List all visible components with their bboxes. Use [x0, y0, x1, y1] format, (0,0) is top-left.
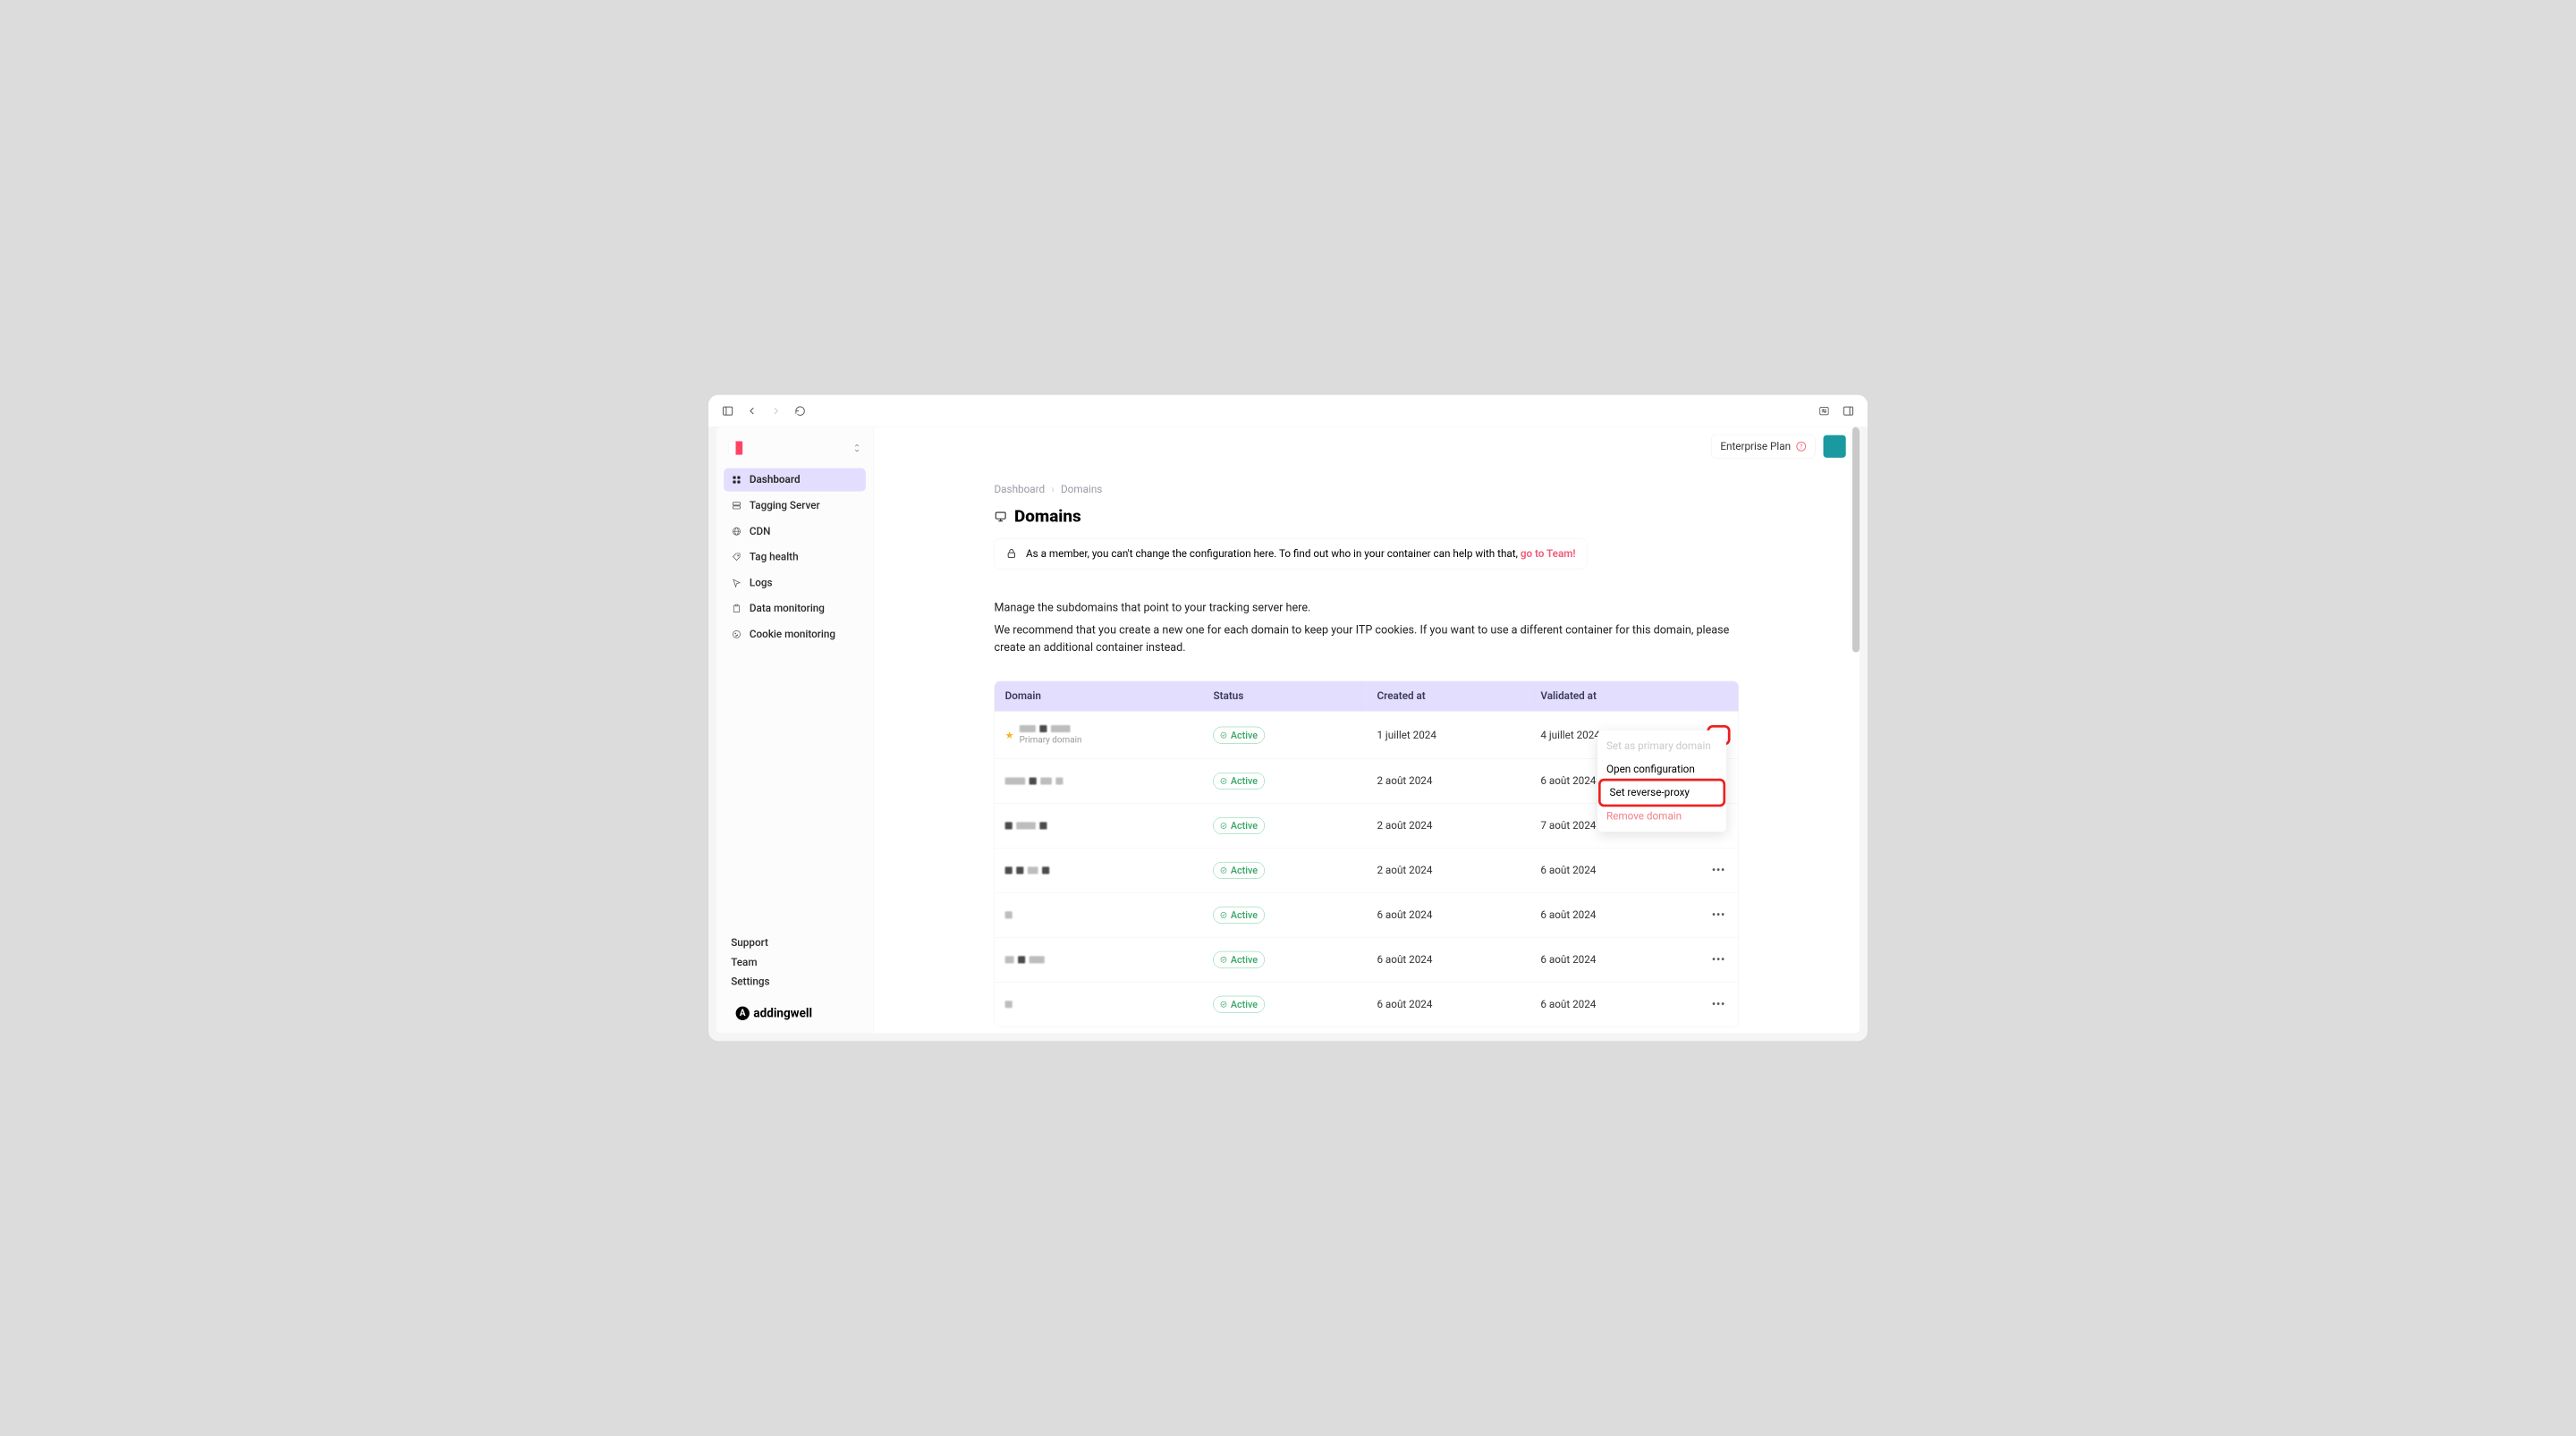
brand-logo: A addingwell — [731, 1006, 859, 1020]
row-actions-button[interactable]: ••• — [1709, 997, 1728, 1012]
cell-validated: 6 août 2024 — [1530, 893, 1694, 938]
breadcrumb-root[interactable]: Dashboard — [995, 484, 1046, 496]
cell-created: 2 août 2024 — [1367, 849, 1530, 893]
sidebar-item-logs[interactable]: Logs — [724, 571, 866, 595]
workspace-logo — [729, 441, 743, 455]
table-row: Active 6 août 20246 août 2024 ••• — [995, 983, 1739, 1027]
plan-label: Enterprise Plan — [1720, 441, 1791, 453]
table-row: Active 2 août 20246 août 2024 ••• — [995, 849, 1739, 893]
th-validated: Validated at — [1530, 681, 1694, 712]
sidebar-link-settings[interactable]: Settings — [731, 976, 859, 988]
nav-label: Logs — [750, 577, 773, 589]
breadcrumb-current: Domains — [1061, 484, 1102, 496]
menu-open-configuration[interactable]: Open configuration — [1597, 758, 1726, 781]
sidebar-item-cdn[interactable]: CDN — [724, 519, 866, 543]
cell-created: 1 juillet 2024 — [1367, 712, 1530, 759]
cell-created: 6 août 2024 — [1367, 938, 1530, 983]
th-domain: Domain — [995, 681, 1203, 712]
lock-icon — [1006, 548, 1018, 560]
sidebar-item-tagging-server[interactable]: Tagging Server — [724, 494, 866, 517]
row-actions-button[interactable]: ••• — [1709, 863, 1728, 878]
cell-created: 6 août 2024 — [1367, 893, 1530, 938]
chevron-updown-icon — [853, 443, 861, 453]
cell-validated: 6 août 2024 — [1530, 849, 1694, 893]
cell-validated: 6 août 2024 — [1530, 938, 1694, 983]
th-created: Created at — [1367, 681, 1530, 712]
cell-validated: 6 août 2024 — [1530, 983, 1694, 1027]
tag-icon — [731, 552, 742, 563]
scrollbar[interactable] — [1852, 427, 1860, 653]
menu-remove-domain: Remove domain — [1597, 805, 1726, 828]
nav-label: Tag health — [750, 551, 799, 563]
nav-label: CDN — [750, 525, 771, 537]
row-action-menu: Set as primary domain Open configuration… — [1597, 731, 1726, 832]
banner-text: As a member, you can't change the config… — [1026, 548, 1576, 561]
table-row: Active 6 août 20246 août 2024 ••• — [995, 938, 1739, 983]
desc-line-2: We recommend that you create a new one f… — [995, 621, 1740, 656]
sidebar: Dashboard Tagging Server CDN Tag health … — [716, 427, 874, 1034]
sidebar-link-support[interactable]: Support — [731, 937, 859, 950]
nav-label: Dashboard — [750, 474, 801, 486]
plan-badge[interactable]: Enterprise Plan ? — [1711, 435, 1815, 459]
th-status: Status — [1203, 681, 1367, 712]
desc-line-1: Manage the subdomains that point to your… — [995, 599, 1740, 617]
sidebar-item-data-monitoring[interactable]: Data monitoring — [724, 597, 866, 621]
status-badge: Active — [1213, 727, 1264, 744]
menu-set-reverse-proxy[interactable]: Set reverse-proxy — [1601, 781, 1724, 805]
cursor-icon — [731, 578, 742, 589]
menu-set-primary: Set as primary domain — [1597, 735, 1726, 758]
nav-label: Cookie monitoring — [750, 629, 835, 641]
sidebar-link-team[interactable]: Team — [731, 956, 859, 968]
row-actions-button[interactable]: ••• — [1709, 908, 1728, 923]
server-icon — [731, 500, 742, 511]
table-row: Active 6 août 20246 août 2024 ••• — [995, 893, 1739, 938]
reload-icon[interactable] — [792, 402, 809, 418]
page-title: Domains — [1014, 507, 1081, 527]
forward-icon — [768, 402, 784, 418]
panel-toggle-right-icon[interactable] — [1840, 402, 1856, 418]
primary-domain-label: Primary domain — [1020, 735, 1082, 745]
cell-created: 2 août 2024 — [1367, 804, 1530, 849]
back-icon[interactable] — [744, 402, 760, 418]
star-icon: ★ — [1005, 730, 1014, 741]
status-badge: Active — [1213, 907, 1264, 924]
sidebar-item-dashboard[interactable]: Dashboard — [724, 469, 866, 492]
sidebar-item-tag-health[interactable]: Tag health — [724, 545, 866, 569]
status-badge: Active — [1213, 996, 1264, 1013]
status-badge: Active — [1213, 817, 1264, 834]
nav-label: Tagging Server — [750, 500, 820, 512]
nav-label: Data monitoring — [750, 603, 825, 615]
cookie-icon — [731, 629, 742, 640]
domains-table: Domain Status Created at Validated at ★ P… — [995, 681, 1740, 1027]
status-badge: Active — [1213, 862, 1264, 879]
chevron-right-icon: › — [1051, 484, 1055, 496]
workspace-switcher[interactable] — [724, 436, 866, 459]
breadcrumb: Dashboard › Domains — [995, 484, 1740, 496]
globe-icon — [731, 526, 742, 537]
status-badge: Active — [1213, 951, 1264, 968]
sidebar-item-cookie-monitoring[interactable]: Cookie monitoring — [724, 622, 866, 646]
browser-toolbar — [708, 395, 1868, 427]
main: Enterprise Plan ? Dashboard › Domains Do… — [874, 427, 1860, 1034]
panel-toggle-left-icon[interactable] — [720, 402, 736, 418]
clipboard-icon — [731, 603, 742, 614]
help-icon: ? — [1796, 442, 1806, 452]
go-to-team-link[interactable]: go to Team! — [1521, 548, 1576, 561]
cell-created: 6 août 2024 — [1367, 983, 1530, 1027]
status-badge: Active — [1213, 773, 1264, 790]
grid-icon — [731, 474, 742, 486]
user-avatar[interactable] — [1824, 435, 1846, 458]
cell-created: 2 août 2024 — [1367, 759, 1530, 804]
settings-toggle-icon[interactable] — [1816, 402, 1832, 418]
info-banner: As a member, you can't change the config… — [995, 538, 1588, 569]
row-actions-button[interactable]: ••• — [1709, 952, 1728, 967]
monitor-icon — [995, 511, 1007, 523]
